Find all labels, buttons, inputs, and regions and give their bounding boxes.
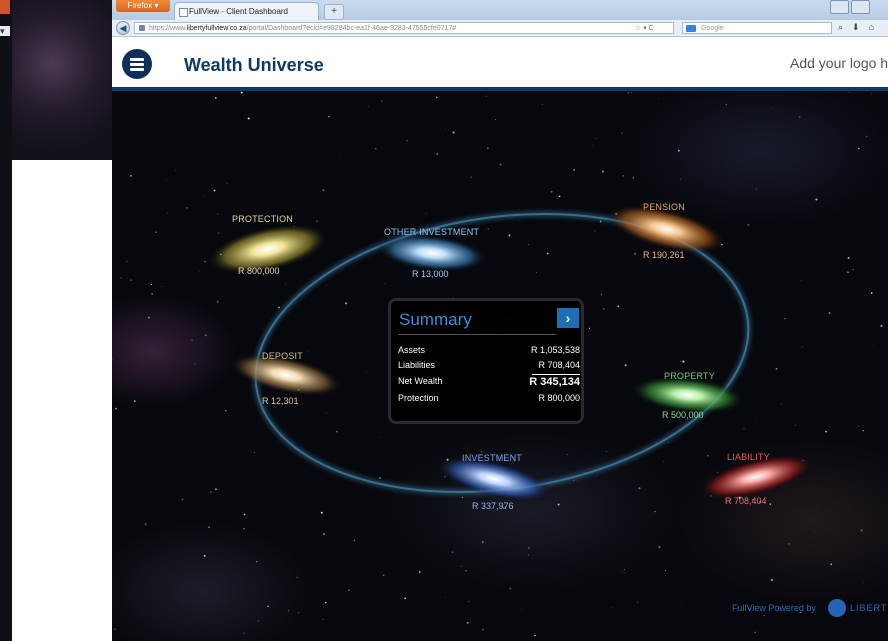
galaxy-value-investment: R 337,976 xyxy=(472,501,514,511)
summary-label: Protection xyxy=(398,393,439,403)
navigation-bar: ◀ https://www.libertyfullview.co.za/port… xyxy=(112,20,888,37)
lock-icon xyxy=(139,25,145,31)
summary-value: R 800,000 xyxy=(538,393,580,403)
search-icon[interactable]: ⌕ xyxy=(838,22,843,32)
logo-placeholder: Add your logo here xyxy=(790,55,888,71)
background-window-panel xyxy=(12,160,112,641)
menu-button[interactable] xyxy=(122,49,152,79)
browser-tab[interactable]: FullView - Client Dashboard xyxy=(174,2,319,20)
browser-window: Firefox ▾ FullView - Client Dashboard + … xyxy=(112,0,888,641)
galaxy-value-pension: R 190,261 xyxy=(643,250,685,260)
url-prefix: https://www. xyxy=(149,25,187,32)
galaxy-label-deposit[interactable]: DEPOSIT xyxy=(262,351,303,361)
summary-panel: Summary › Assets R 1,053,538 Liabilities… xyxy=(388,298,584,424)
galaxy-value-other-investment: R 13,000 xyxy=(412,269,449,279)
firefox-menu-button[interactable]: Firefox ▾ xyxy=(116,0,170,12)
summary-divider xyxy=(398,334,556,335)
background-window-edge xyxy=(0,0,12,641)
reload-icon[interactable]: ☆ ▾ C xyxy=(635,23,654,33)
toolbar-icons: ⌕ ⬇ ⌂ xyxy=(838,22,883,33)
search-placeholder: Google xyxy=(701,25,724,32)
footer: FullView Powered by LIBERTY xyxy=(732,599,888,617)
firefox-menu-label: Firefox xyxy=(127,1,153,10)
liberty-brand: LIBERTY xyxy=(850,603,888,613)
galaxy-value-deposit: R 12,301 xyxy=(262,396,299,406)
download-icon[interactable]: ⬇ xyxy=(852,22,860,32)
chevron-down-icon[interactable]: ▾ xyxy=(0,26,10,36)
tab-bar: Firefox ▾ FullView - Client Dashboard + xyxy=(112,0,888,20)
search-engine-icon[interactable] xyxy=(686,25,696,32)
minimize-button[interactable] xyxy=(830,0,849,14)
galaxy-label-other-investment[interactable]: OTHER INVESTMENT xyxy=(384,227,479,237)
galaxy-label-liability[interactable]: LIABILITY xyxy=(727,452,770,462)
summary-label: Assets xyxy=(398,345,426,355)
summary-value: R 1,053,538 xyxy=(530,345,580,355)
page-header: Wealth Universe Add your logo here xyxy=(112,37,888,91)
summary-label: Liabilities xyxy=(398,360,436,370)
background-window-button[interactable] xyxy=(0,0,10,14)
summary-value: R 708,404 xyxy=(538,360,580,370)
maximize-button[interactable] xyxy=(851,0,870,14)
background-window: ▾ xyxy=(0,0,112,641)
tab-title: FullView - Client Dashboard xyxy=(189,7,289,16)
galaxy-label-protection[interactable]: PROTECTION xyxy=(232,214,293,224)
window-controls xyxy=(828,0,888,14)
new-tab-button[interactable]: + xyxy=(324,4,344,20)
background-window-space-image xyxy=(12,0,112,160)
url-domain: libertyfullview.co.za xyxy=(186,25,247,32)
summary-value: R 345,134 xyxy=(529,376,580,388)
total-underline xyxy=(532,374,580,375)
home-icon[interactable]: ⌂ xyxy=(869,22,874,32)
wealth-universe-canvas: PROTECTION R 800,000 OTHER INVESTMENT R … xyxy=(112,91,888,641)
powered-by-text: FullView Powered by xyxy=(732,603,816,613)
galaxy-value-liability: R 708,404 xyxy=(725,496,767,506)
summary-title: Summary xyxy=(399,310,472,329)
page-favicon-icon xyxy=(179,8,188,17)
summary-expand-button[interactable]: › xyxy=(557,308,579,328)
search-input[interactable]: Google xyxy=(682,22,832,34)
galaxy-label-property[interactable]: PROPERTY xyxy=(664,371,715,381)
back-button[interactable]: ◀ xyxy=(116,21,130,35)
url-path: /portal/Dashboard?ecid=e98284bc-ea1f-46a… xyxy=(246,25,457,32)
page-title: Wealth Universe xyxy=(184,55,324,75)
liberty-logo-icon xyxy=(828,599,846,617)
galaxy-value-protection: R 800,000 xyxy=(238,266,280,276)
galaxy-label-pension[interactable]: PENSION xyxy=(643,202,685,212)
address-bar[interactable]: https://www.libertyfullview.co.za/portal… xyxy=(134,22,674,34)
galaxy-value-property: R 500,000 xyxy=(662,410,704,420)
galaxy-label-investment[interactable]: INVESTMENT xyxy=(462,453,522,463)
summary-label: Net Wealth xyxy=(398,376,443,386)
